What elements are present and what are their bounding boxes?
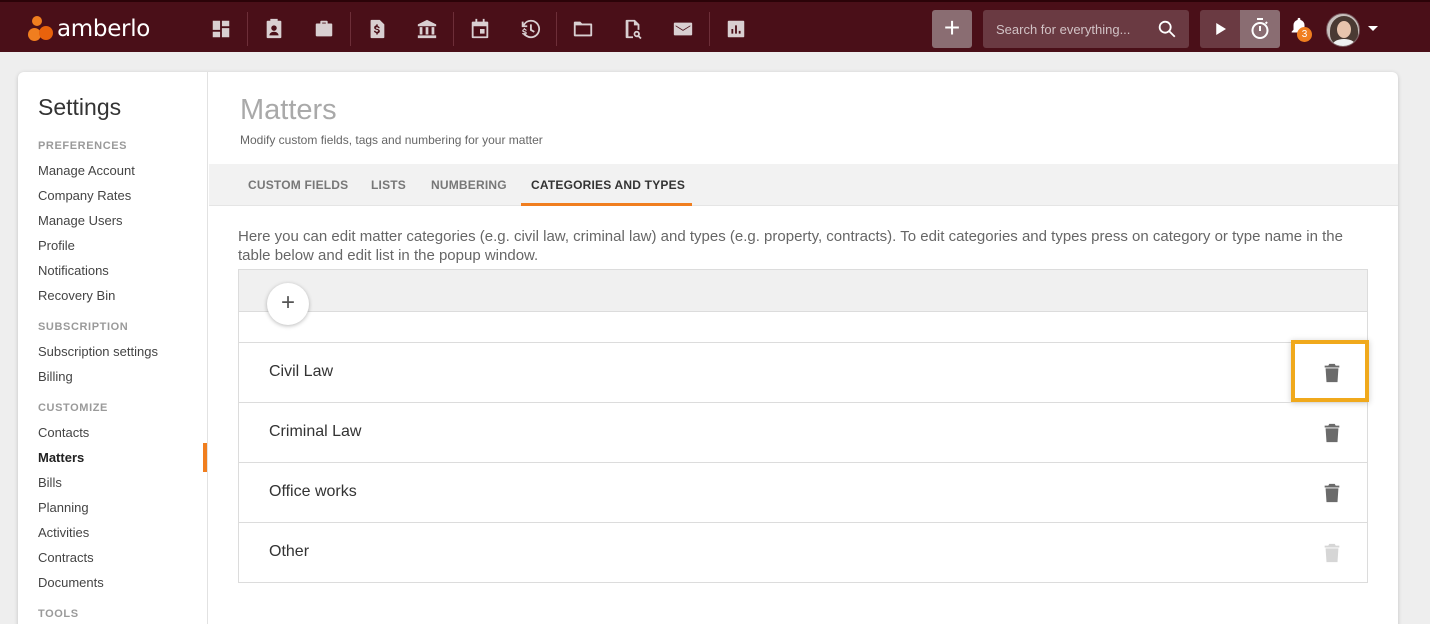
categories-table: + Civil Law Criminal Law Office works Ot… <box>238 269 1369 583</box>
table-header <box>239 270 1367 312</box>
main-content: Matters Modify custom fields, tags and n… <box>209 72 1398 624</box>
table-row: Office works <box>239 462 1367 522</box>
nav-divider <box>247 12 248 46</box>
search-input[interactable] <box>983 10 1143 48</box>
tab-categories-and-types[interactable]: CATEGORIES AND TYPES <box>531 164 685 206</box>
search-icon <box>1158 20 1176 38</box>
briefcase-icon[interactable] <box>307 12 341 46</box>
category-name[interactable]: Civil Law <box>269 363 333 381</box>
sidebar-title: Settings <box>38 94 122 120</box>
trash-icon <box>1324 483 1340 503</box>
delete-button[interactable] <box>1319 479 1345 507</box>
sidebar-item-documents[interactable]: Documents <box>38 575 208 590</box>
section-preferences: PREFERENCES <box>38 140 128 152</box>
mail-icon[interactable] <box>666 12 700 46</box>
sidebar-item-subscription-settings[interactable]: Subscription settings <box>38 344 208 359</box>
highlight-frame <box>1291 340 1369 402</box>
nav-divider <box>556 12 557 46</box>
sidebar-item-manage-users[interactable]: Manage Users <box>38 213 208 228</box>
nav-divider <box>350 12 351 46</box>
folder-icon[interactable] <box>566 12 600 46</box>
tab-custom-fields[interactable]: CUSTOM FIELDS <box>248 164 348 206</box>
document-search-icon[interactable] <box>616 12 650 46</box>
sidebar-item-company-rates[interactable]: Company Rates <box>38 188 208 203</box>
logo-text: amberlo <box>57 16 151 42</box>
tabs-bar: CUSTOM FIELDS LISTS NUMBERING CATEGORIES… <box>209 164 1398 206</box>
category-name[interactable]: Criminal Law <box>269 423 361 441</box>
start-timer-button[interactable] <box>1200 10 1240 48</box>
calendar-icon[interactable] <box>463 12 497 46</box>
description-text: Here you can edit matter categories (e.g… <box>238 228 1343 264</box>
amberlo-logo[interactable]: amberlo <box>28 14 150 44</box>
sidebar-item-billing[interactable]: Billing <box>38 369 208 384</box>
tab-numbering[interactable]: NUMBERING <box>431 164 507 206</box>
stopwatch-icon <box>1251 18 1269 39</box>
main-nav <box>196 10 761 48</box>
settings-sidebar: Settings PREFERENCES Manage Account Comp… <box>18 72 208 624</box>
trash-icon <box>1324 423 1340 443</box>
page-subtitle: Modify custom fields, tags and numbering… <box>240 133 543 147</box>
sidebar-item-contracts[interactable]: Contracts <box>38 550 208 565</box>
table-row: Civil Law <box>239 340 1369 402</box>
invoice-icon[interactable] <box>360 12 394 46</box>
nav-divider <box>453 12 454 46</box>
time-money-icon[interactable] <box>513 12 547 46</box>
reports-icon[interactable] <box>719 12 753 46</box>
table-row: Criminal Law <box>239 402 1367 462</box>
active-tab-underline <box>521 203 692 206</box>
sidebar-item-manage-account[interactable]: Manage Account <box>38 163 208 178</box>
add-category-button[interactable]: + <box>267 283 309 325</box>
trash-icon <box>1324 543 1340 563</box>
active-item-indicator <box>203 443 207 472</box>
sidebar-item-profile[interactable]: Profile <box>38 238 208 253</box>
sidebar-item-notifications[interactable]: Notifications <box>38 263 208 278</box>
top-navigation-bar: amberlo + Search for everything... 3 <box>0 0 1430 52</box>
section-tools: TOOLS <box>38 608 79 620</box>
delete-button[interactable] <box>1319 419 1345 447</box>
global-search <box>983 10 1189 48</box>
table-row: Other <box>239 522 1367 582</box>
page-title: Matters <box>240 94 337 126</box>
delete-button-disabled <box>1319 539 1345 567</box>
sidebar-item-matters[interactable]: Matters <box>38 450 208 465</box>
chevron-down-icon[interactable] <box>1368 26 1378 31</box>
section-subscription: SUBSCRIPTION <box>38 321 129 333</box>
category-name[interactable]: Office works <box>269 483 357 501</box>
sidebar-item-recovery-bin[interactable]: Recovery Bin <box>38 288 208 303</box>
sidebar-item-planning[interactable]: Planning <box>38 500 208 515</box>
section-customize: CUSTOMIZE <box>38 402 108 414</box>
play-icon <box>1216 23 1226 35</box>
notifications-button[interactable]: 3 <box>1288 16 1312 42</box>
user-avatar[interactable] <box>1326 13 1360 47</box>
timer-controls <box>1200 10 1280 48</box>
plus-icon: + <box>943 12 961 43</box>
quick-add-button[interactable]: + <box>932 10 972 48</box>
category-name[interactable]: Other <box>269 543 309 561</box>
tab-lists[interactable]: LISTS <box>371 164 406 206</box>
stopwatch-button[interactable] <box>1240 10 1280 48</box>
search-button[interactable] <box>1145 10 1189 48</box>
logo-mark-icon <box>28 15 54 43</box>
bank-icon[interactable] <box>410 12 444 46</box>
dashboard-icon[interactable] <box>204 12 238 46</box>
sidebar-item-contacts[interactable]: Contacts <box>38 425 208 440</box>
contacts-icon[interactable] <box>257 12 291 46</box>
plus-icon: + <box>280 289 295 316</box>
sidebar-item-activities[interactable]: Activities <box>38 525 208 540</box>
sidebar-item-bills[interactable]: Bills <box>38 475 208 490</box>
nav-divider <box>709 12 710 46</box>
notification-count-badge: 3 <box>1297 27 1312 42</box>
